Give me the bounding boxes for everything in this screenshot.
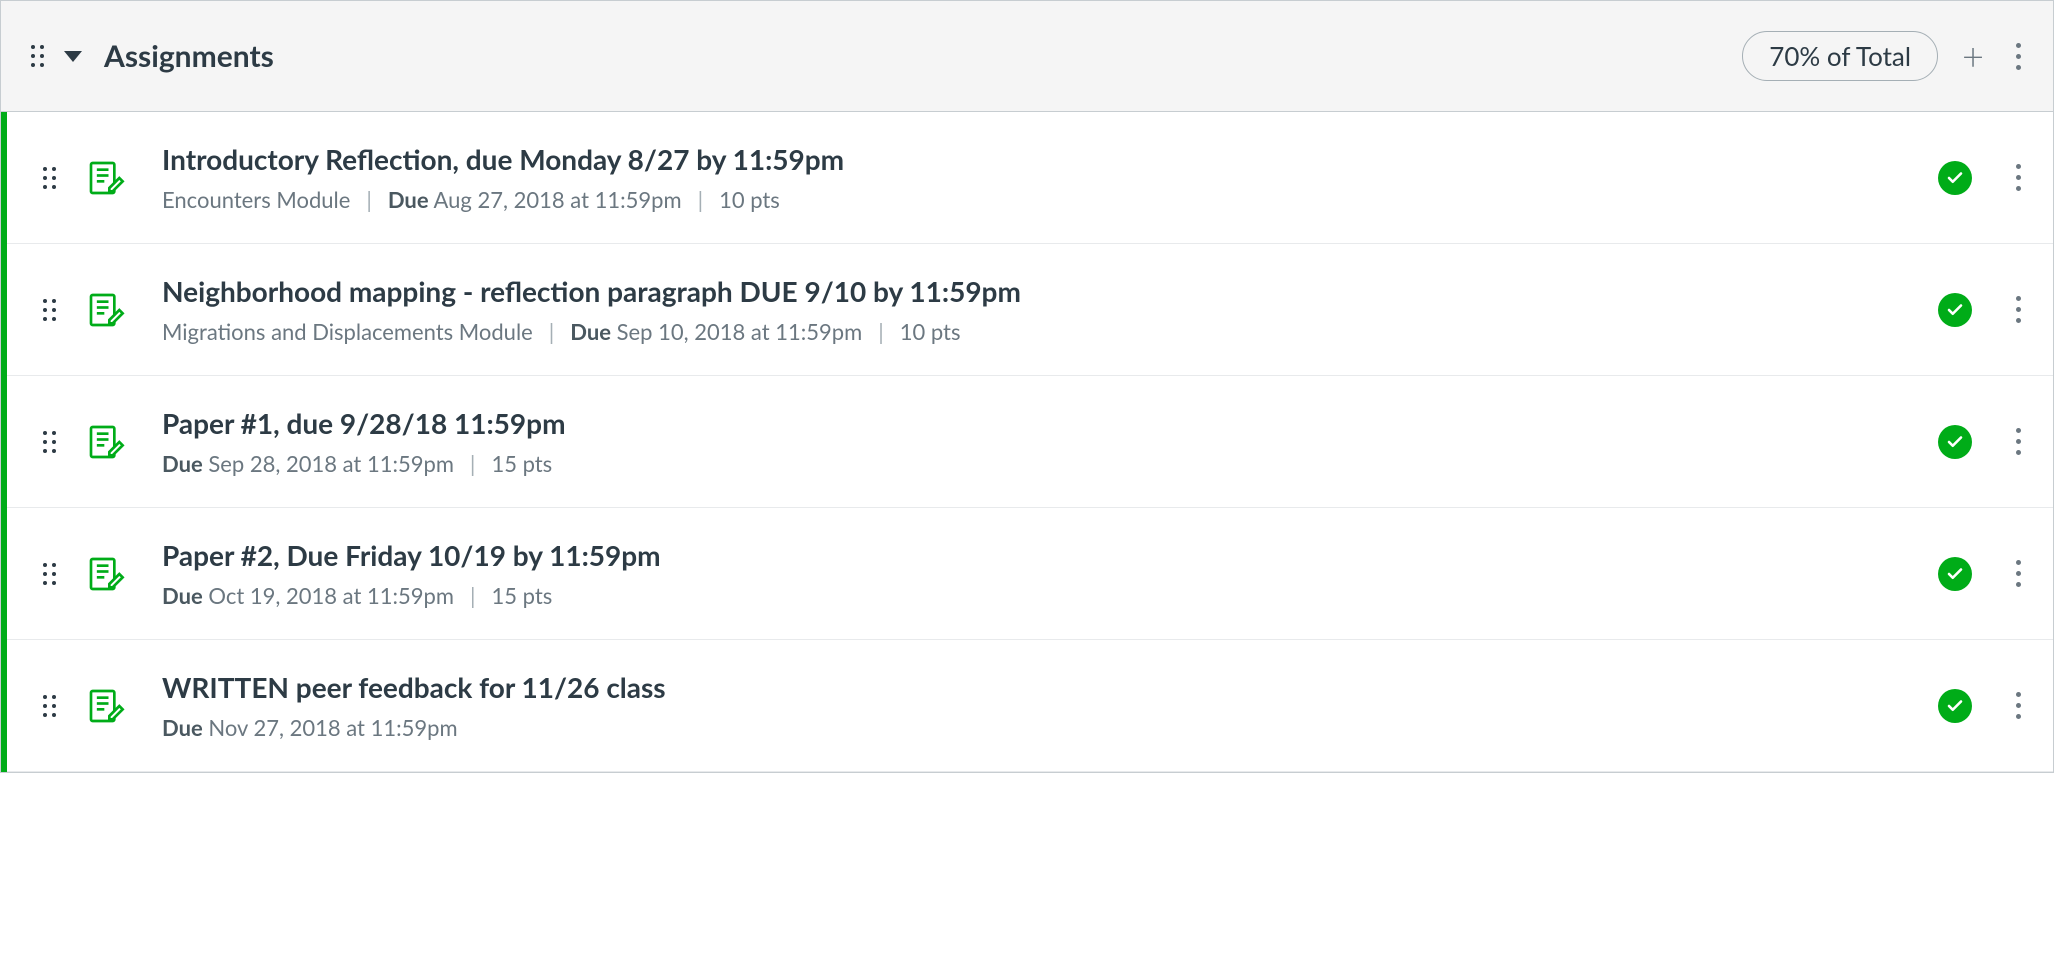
assignment-options-kebab-icon[interactable]	[2012, 292, 2025, 327]
drag-handle-icon[interactable]	[43, 167, 56, 189]
meta-separator: |	[454, 582, 492, 609]
published-check-icon[interactable]	[1938, 161, 1972, 195]
group-title[interactable]: Assignments	[104, 38, 274, 74]
assignment-row[interactable]: WRITTEN peer feedback for 11/26 class Du…	[7, 640, 2053, 772]
assignment-title[interactable]: Neighborhood mapping - reflection paragr…	[162, 274, 1938, 308]
assignment-icon	[86, 158, 126, 198]
assignment-row[interactable]: Paper #1, due 9/28/18 11:59pm Due Sep 28…	[7, 376, 2053, 508]
due-label: Due	[162, 714, 203, 741]
published-check-icon[interactable]	[1938, 425, 1972, 459]
due-value: Sep 28, 2018 at 11:59pm	[208, 450, 454, 477]
assignments-group: Assignments 70% of Total +	[0, 0, 2054, 773]
assignment-icon	[86, 290, 126, 330]
assignment-module[interactable]: Encounters Module	[162, 186, 350, 213]
assignment-meta: Due Nov 27, 2018 at 11:59pm	[162, 714, 1938, 741]
assignment-row[interactable]: Introductory Reflection, due Monday 8/27…	[7, 112, 2053, 244]
drag-handle-icon[interactable]	[43, 299, 56, 321]
assignment-main: Paper #1, due 9/28/18 11:59pm Due Sep 28…	[162, 406, 1938, 477]
published-check-icon[interactable]	[1938, 689, 1972, 723]
due-value: Oct 19, 2018 at 11:59pm	[208, 582, 454, 609]
meta-separator: |	[862, 318, 900, 345]
assignment-title[interactable]: WRITTEN peer feedback for 11/26 class	[162, 670, 1938, 704]
meta-separator: |	[454, 450, 492, 477]
due-label: Due	[388, 186, 429, 213]
assignment-meta: Encounters Module | Due Aug 27, 2018 at …	[162, 186, 1938, 213]
assignment-main: Neighborhood mapping - reflection paragr…	[162, 274, 1938, 345]
assignment-row[interactable]: Neighborhood mapping - reflection paragr…	[7, 244, 2053, 376]
due-value: Sep 10, 2018 at 11:59pm	[617, 318, 863, 345]
assignment-icon	[86, 554, 126, 594]
assignment-module[interactable]: Migrations and Displacements Module	[162, 318, 533, 345]
meta-separator: |	[682, 186, 720, 213]
group-weight-pill: 70% of Total	[1742, 31, 1938, 81]
assignment-options-kebab-icon[interactable]	[2012, 424, 2025, 459]
assignment-options-kebab-icon[interactable]	[2012, 160, 2025, 195]
assignment-points: 15 pts	[491, 582, 552, 609]
assignment-main: WRITTEN peer feedback for 11/26 class Du…	[162, 670, 1938, 741]
meta-separator: |	[350, 186, 388, 213]
due-value: Nov 27, 2018 at 11:59pm	[208, 714, 457, 741]
drag-handle-icon[interactable]	[43, 563, 56, 585]
collapse-caret-icon[interactable]	[64, 51, 82, 62]
assignments-list: Introductory Reflection, due Monday 8/27…	[1, 112, 2053, 772]
assignment-title[interactable]: Paper #2, Due Friday 10/19 by 11:59pm	[162, 538, 1938, 572]
group-header: Assignments 70% of Total +	[1, 0, 2053, 112]
assignment-main: Paper #2, Due Friday 10/19 by 11:59pm Du…	[162, 538, 1938, 609]
assignment-meta: Due Oct 19, 2018 at 11:59pm | 15 pts	[162, 582, 1938, 609]
assignment-title[interactable]: Paper #1, due 9/28/18 11:59pm	[162, 406, 1938, 440]
assignment-meta: Migrations and Displacements Module | Du…	[162, 318, 1938, 345]
assignment-meta: Due Sep 28, 2018 at 11:59pm | 15 pts	[162, 450, 1938, 477]
assignment-icon	[86, 686, 126, 726]
due-label: Due	[162, 450, 203, 477]
published-check-icon[interactable]	[1938, 557, 1972, 591]
assignment-main: Introductory Reflection, due Monday 8/27…	[162, 142, 1938, 213]
drag-handle-icon[interactable]	[31, 45, 44, 67]
due-label: Due	[162, 582, 203, 609]
due-value: Aug 27, 2018 at 11:59pm	[434, 186, 682, 213]
assignment-icon	[86, 422, 126, 462]
assignment-points: 10 pts	[900, 318, 961, 345]
assignment-title[interactable]: Introductory Reflection, due Monday 8/27…	[162, 142, 1938, 176]
assignment-points: 10 pts	[719, 186, 780, 213]
assignment-row[interactable]: Paper #2, Due Friday 10/19 by 11:59pm Du…	[7, 508, 2053, 640]
meta-separator: |	[533, 318, 571, 345]
due-label: Due	[570, 318, 611, 345]
published-check-icon[interactable]	[1938, 293, 1972, 327]
group-options-kebab-icon[interactable]	[2012, 39, 2025, 74]
add-assignment-button[interactable]: +	[1962, 37, 1984, 75]
assignment-options-kebab-icon[interactable]	[2012, 556, 2025, 591]
drag-handle-icon[interactable]	[43, 695, 56, 717]
drag-handle-icon[interactable]	[43, 431, 56, 453]
assignment-options-kebab-icon[interactable]	[2012, 688, 2025, 723]
assignment-points: 15 pts	[491, 450, 552, 477]
